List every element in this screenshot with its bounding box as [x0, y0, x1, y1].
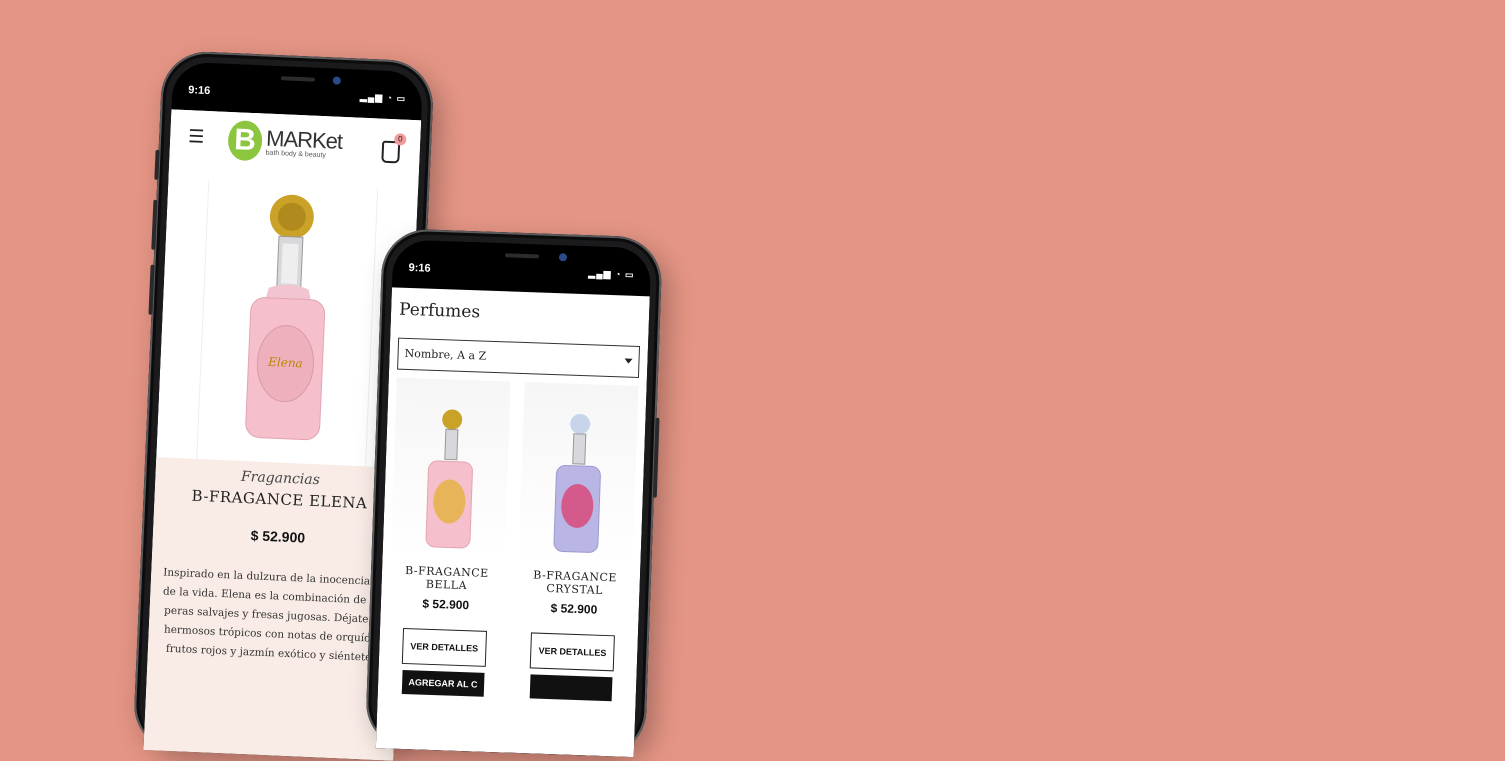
store-header: ☰ B MARKet bath body & beauty 0: [168, 109, 422, 191]
volume-down-button: [148, 264, 155, 315]
status-time: 9:16: [408, 261, 431, 275]
product-description: Inspirado en la dulzura de la inocencia …: [162, 566, 390, 665]
product-price: $ 52.900: [550, 601, 598, 617]
hamburger-menu-icon[interactable]: ☰: [188, 126, 205, 148]
add-to-cart-button[interactable]: [529, 674, 613, 702]
svg-text:Elena: Elena: [267, 355, 303, 371]
add-to-cart-button[interactable]: AGREGAR AL C: [401, 669, 485, 697]
product-card[interactable]: B-FRAGANCE BELLA $ 52.900 VER DETALLES A…: [386, 377, 511, 698]
side-button: [652, 417, 660, 498]
cart-count-badge: 0: [394, 133, 407, 146]
logo-name: MARKet: [265, 125, 343, 154]
product-price: $ 52.900: [422, 596, 470, 613]
product-image: Elena: [196, 181, 379, 467]
product-name[interactable]: B-FRAGANCE BELLA: [389, 563, 504, 595]
brand-logo[interactable]: B MARKet bath body & beauty: [227, 119, 343, 165]
product-name[interactable]: B-FRAGANCE CRYSTAL: [518, 568, 633, 600]
product-info-panel: Fragancias B-FRAGANCE ELENA $ 52.900 Ins…: [143, 457, 406, 761]
product-thumbnail[interactable]: [518, 382, 639, 566]
logo-letter: B: [227, 119, 263, 162]
phone-product-list: 9:16 ▂▄▆ ◔ ▭ Perfumes Nombre, A a Z B-FR…: [364, 228, 663, 758]
view-details-button[interactable]: VER DETALLES: [529, 632, 616, 672]
perfume-bottle-image: Elena: [245, 194, 326, 441]
product-thumbnail[interactable]: [390, 377, 511, 562]
sort-selected-value: Nombre, A a Z: [404, 346, 487, 363]
status-time: 9:16: [188, 84, 211, 98]
app-content: Perfumes Nombre, A a Z B-FRAGANCE BELLA …: [375, 287, 650, 758]
screen: 9:16 ▂▄▆ ◔ ▭ Perfumes Nombre, A a Z B-FR…: [375, 239, 652, 758]
notch: [232, 64, 364, 98]
perfume-bottle-image: [425, 409, 473, 549]
product-grid: B-FRAGANCE BELLA $ 52.900 VER DETALLES A…: [378, 369, 647, 702]
chevron-down-icon: [624, 358, 633, 364]
status-icons: ▂▄▆ ◔ ▭: [588, 268, 635, 280]
mute-switch: [154, 149, 160, 180]
view-details-button[interactable]: VER DETALLES: [401, 627, 487, 667]
volume-up-button: [151, 199, 158, 250]
product-card[interactable]: B-FRAGANCE CRYSTAL $ 52.900 VER DETALLES: [514, 382, 639, 702]
product-price: $ 52.900: [250, 527, 306, 546]
notch: [454, 241, 590, 275]
status-icons: ▂▄▆ ◔ ▭: [359, 91, 407, 104]
perfume-bottle-image: [553, 414, 602, 553]
